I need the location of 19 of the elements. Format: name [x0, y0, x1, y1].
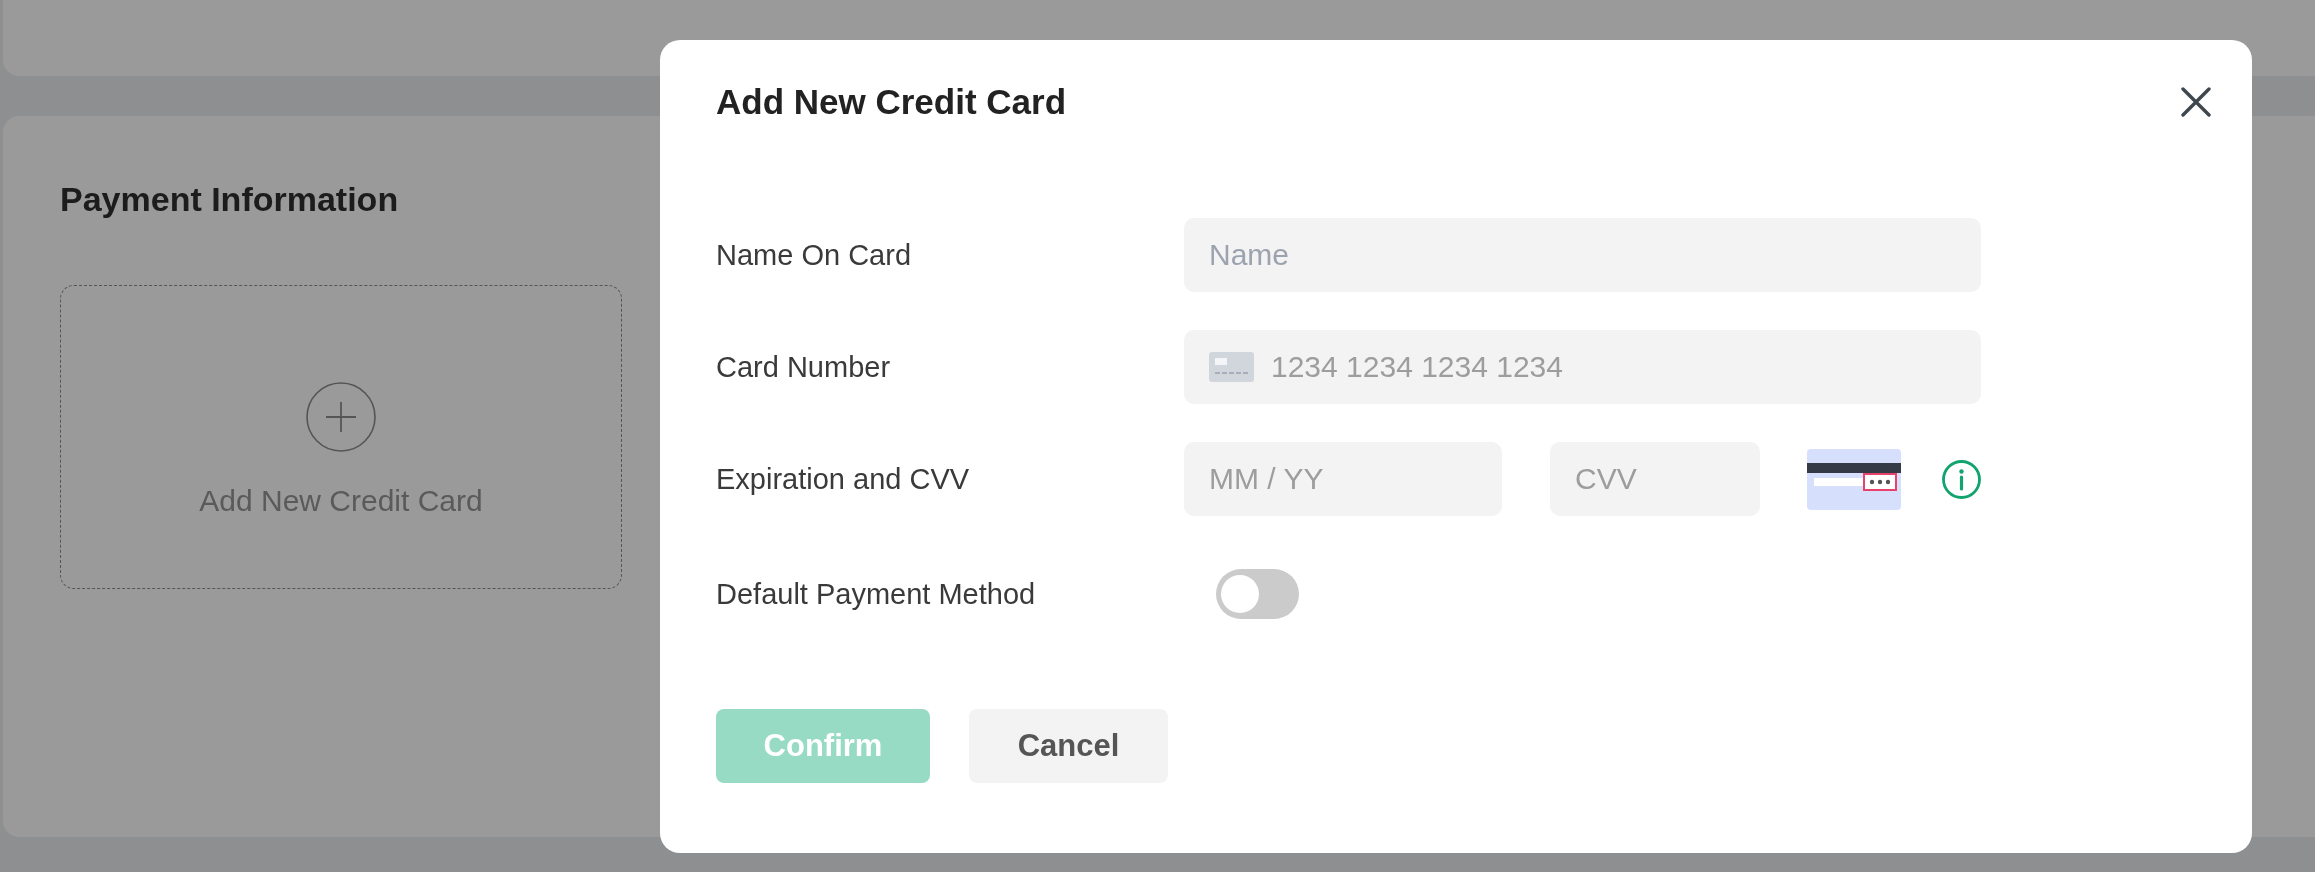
section-title: Payment Information — [60, 179, 399, 220]
info-icon[interactable] — [1942, 459, 1981, 499]
plus-circle-icon — [306, 382, 376, 452]
cancel-button[interactable]: Cancel — [969, 709, 1168, 783]
field-label: Name On Card — [716, 238, 911, 273]
add-card-button[interactable]: Add New Credit Card — [60, 285, 622, 589]
name-field[interactable]: Name — [1184, 218, 1981, 292]
field-label: Default Payment Method — [716, 577, 1036, 612]
expiry-field[interactable]: MM / YY — [1184, 442, 1502, 516]
card-back-icon — [1807, 448, 1901, 510]
card-number-field[interactable]: 1234 1234 1234 1234 — [1184, 330, 1981, 404]
modal-title: Add New Credit Card — [716, 82, 1067, 122]
field-label: Card Number — [716, 350, 891, 385]
credit-card-icon — [1209, 352, 1254, 382]
toggle-switch[interactable] — [1216, 569, 1299, 619]
field-label: Expiration and CVV — [716, 462, 970, 497]
cvv-field[interactable]: CVV — [1550, 442, 1760, 516]
close-button[interactable] — [2181, 87, 2211, 117]
close-icon — [2181, 87, 2211, 117]
